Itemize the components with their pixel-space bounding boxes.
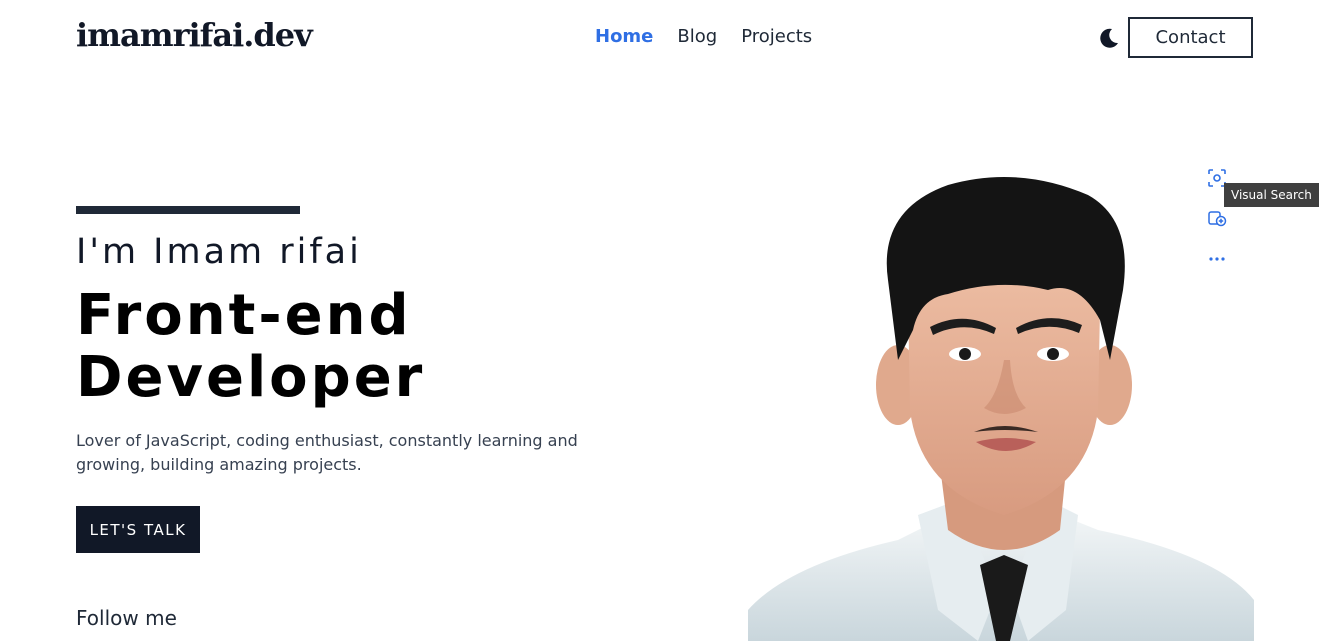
contact-button[interactable]: Contact — [1128, 17, 1253, 58]
page: imamrifai.dev Home Blog Projects Contact… — [0, 0, 1325, 641]
more-dots-icon[interactable] — [1207, 250, 1227, 262]
add-to-collection-icon[interactable] — [1207, 208, 1227, 228]
main-nav: Home Blog Projects — [595, 26, 812, 47]
hero-title-line2: Developer — [76, 345, 426, 410]
moon-icon[interactable] — [1098, 27, 1120, 49]
hero-greeting: I'm Imam rifai — [76, 232, 362, 272]
hero-description: Lover of JavaScript, coding enthusiast, … — [76, 431, 578, 474]
nav-projects-link[interactable]: Projects — [741, 26, 812, 47]
site-logo[interactable]: imamrifai.dev — [76, 16, 313, 54]
hero-accent-bar — [76, 206, 300, 214]
nav-home-link[interactable]: Home — [595, 26, 653, 47]
nav-blog-link[interactable]: Blog — [677, 26, 717, 47]
hero-title-line1: Front-end — [76, 283, 412, 348]
follow-me-heading: Follow me — [76, 606, 177, 630]
hero-title: Front-end Developer — [76, 285, 425, 409]
portrait-image — [748, 170, 1254, 641]
visual-search-tooltip: Visual Search — [1224, 183, 1319, 207]
lets-talk-button[interactable]: LET'S TALK — [76, 506, 200, 553]
